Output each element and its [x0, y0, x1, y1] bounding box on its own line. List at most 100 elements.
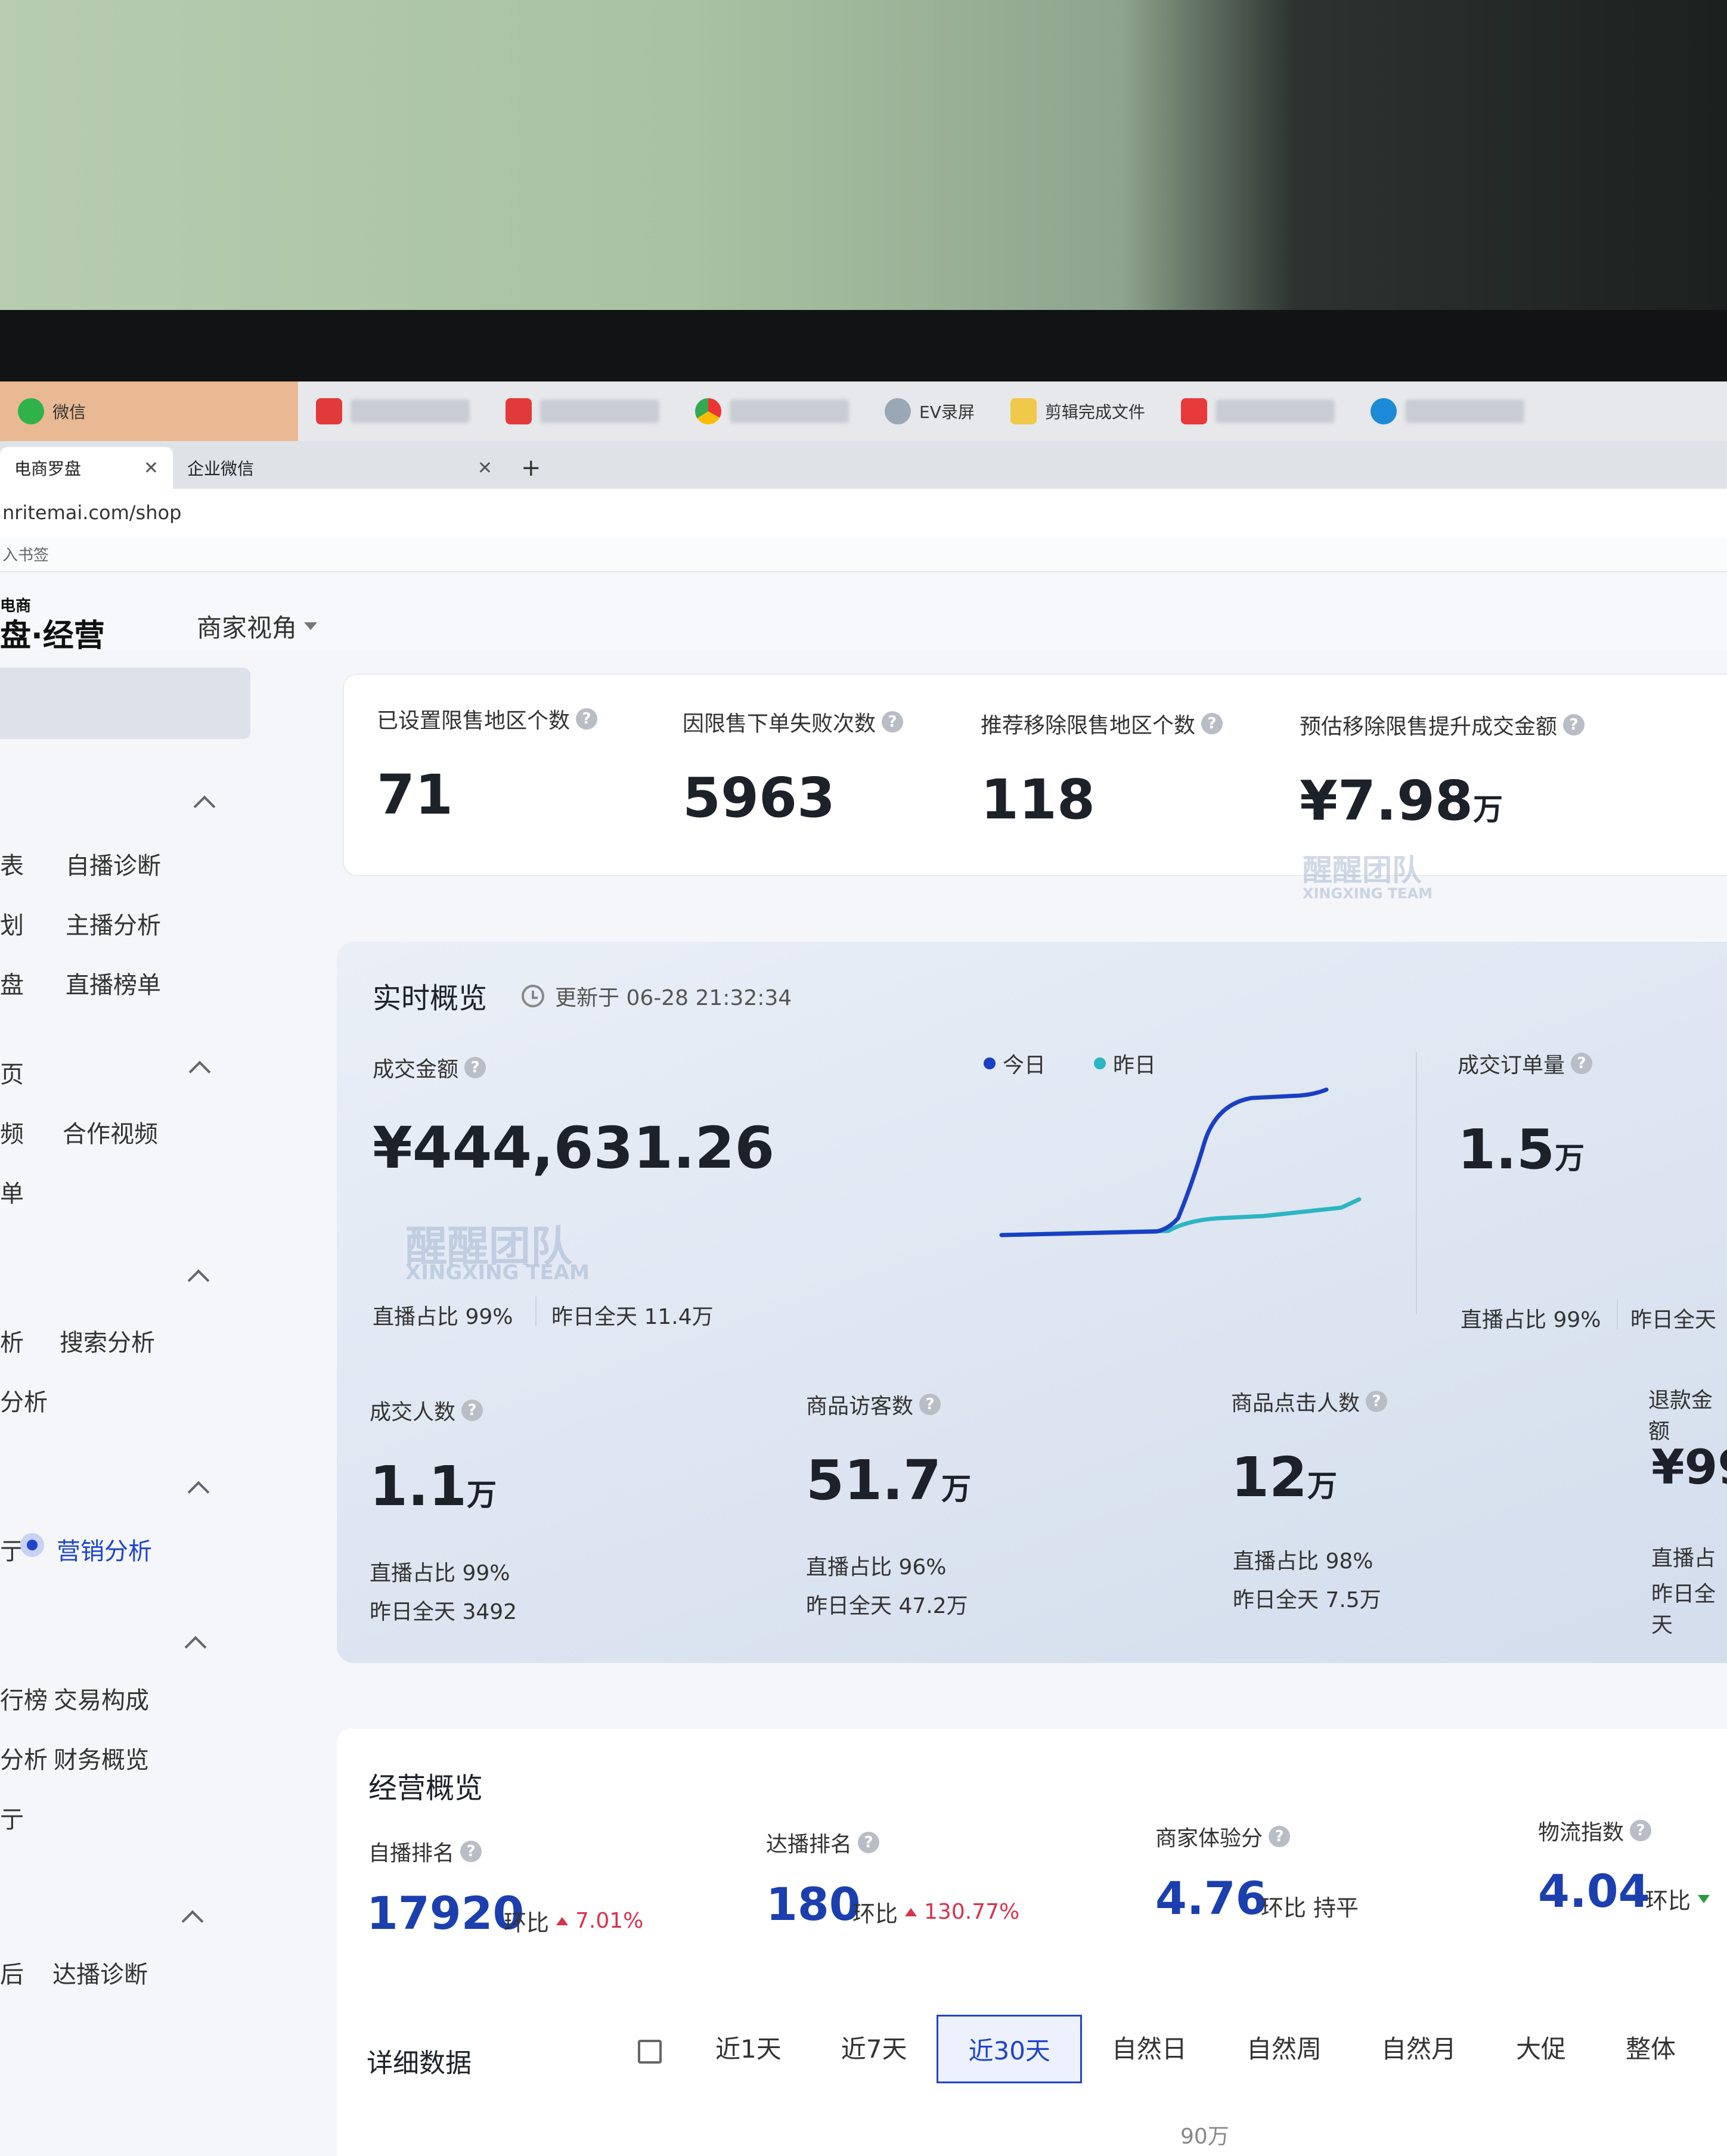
chevron-up-icon[interactable] [187, 1481, 210, 1503]
sidebar-item[interactable]: 分析 [0, 1741, 48, 1775]
sidebar-item[interactable]: 亍 [0, 1532, 24, 1566]
metric-label-gmv: 成交金额? [373, 1052, 486, 1083]
divider [1416, 1052, 1417, 1314]
folder-icon [1010, 398, 1037, 424]
taskbar-item-wechat[interactable]: 微信 [0, 381, 298, 441]
help-icon[interactable]: ? [461, 1400, 483, 1421]
metric-value-self-live-rank: 17920 [367, 1887, 525, 1940]
taskbar-item-ev[interactable]: EV录屏 [867, 381, 993, 441]
sidebar-item[interactable]: 频 [0, 1115, 24, 1149]
blurred-title [351, 399, 470, 423]
chevron-up-icon[interactable] [188, 1060, 211, 1083]
tab-overall[interactable]: 整体 [1596, 2015, 1706, 2083]
chevron-down-icon [304, 622, 318, 630]
help-icon[interactable]: ? [919, 1394, 941, 1415]
tab-natural-day[interactable]: 自然日 [1082, 2015, 1217, 2083]
sidebar-item-coop-video[interactable]: 合作视频 [63, 1115, 158, 1149]
sidebar-item-finance-overview[interactable]: 财务概览 [54, 1741, 149, 1775]
taskbar-item-edge[interactable] [1353, 381, 1542, 441]
bookmarks-label[interactable]: 入书签 [2, 543, 49, 565]
sidebar-item[interactable]: 析 [0, 1323, 24, 1358]
arrow-down-icon [1698, 1894, 1710, 1903]
help-icon[interactable]: ? [460, 1841, 482, 1862]
address-bar[interactable]: nritemai.com/shop [0, 489, 1727, 536]
sidebar-item[interactable]: 分析 [0, 1383, 48, 1417]
sidebar-item-trade-composition[interactable]: 交易构成 [54, 1681, 149, 1716]
sidebar-item[interactable]: 单 [0, 1174, 24, 1209]
metric-label-experience-score: 商家体验分? [1155, 1821, 1291, 1852]
edge-icon [1370, 398, 1397, 424]
taskbar-item-wps[interactable] [1163, 381, 1353, 441]
help-icon[interactable]: ? [464, 1057, 486, 1078]
sidebar-item-anchor-analysis[interactable]: 主播分析 [66, 906, 161, 941]
tab-compass[interactable]: 电商罗盘 ✕ [0, 447, 173, 489]
visitors-yesterday: 昨日全天 47.2万 [806, 1594, 968, 1618]
wps-icon [1180, 398, 1207, 424]
help-icon[interactable]: ? [1630, 1820, 1652, 1841]
arrow-up-icon [556, 1916, 569, 1925]
metric-label-visitors: 商品访客数? [806, 1389, 941, 1420]
taskbar-item-browser[interactable] [677, 381, 867, 441]
tab-label: 企业微信 [187, 459, 255, 479]
chevron-up-icon[interactable] [193, 795, 216, 818]
new-tab-button[interactable]: + [507, 447, 556, 489]
close-icon[interactable]: ✕ [144, 458, 159, 479]
tab-last-7-days[interactable]: 近7天 [811, 2015, 937, 2083]
refund-yesterday: 昨日全天 [1651, 1582, 1716, 1637]
help-icon[interactable]: ? [1563, 714, 1585, 736]
detail-data-label: 详细数据 [367, 2048, 472, 2079]
sidebar-item[interactable]: 行榜 [0, 1681, 48, 1716]
sidebar-item[interactable]: 页 [0, 1055, 24, 1090]
chevron-up-icon[interactable] [184, 1636, 207, 1658]
sidebar-item-search-analysis[interactable]: 搜索分析 [60, 1323, 155, 1358]
metric-value-gmv: ¥444,631.26 [373, 1115, 775, 1181]
tab-natural-week[interactable]: 自然周 [1217, 2015, 1351, 2083]
gmv-live-share: 直播占比 99% [373, 1305, 513, 1329]
selected-dot-icon [20, 1533, 44, 1557]
clickers-yesterday: 昨日全天 7.5万 [1233, 1588, 1381, 1612]
clock-icon [522, 985, 544, 1007]
help-icon[interactable]: ? [882, 711, 904, 733]
sidebar-search[interactable] [0, 668, 250, 739]
merchant-view-dropdown[interactable]: 商家视角 [197, 608, 318, 644]
tab-last-30-days[interactable]: 近30天 [937, 2015, 1082, 2083]
app-logo[interactable]: 盘·经营 [0, 610, 105, 655]
update-time: 更新于 06-28 21:32:34 [522, 981, 792, 1012]
watermark-en: XINGXING TEAM [405, 1261, 590, 1285]
taskbar-item-folder[interactable]: 剪辑完成文件 [993, 381, 1163, 441]
experience-score-compare: 环比 持平 [1261, 1895, 1359, 1921]
tab-wecom[interactable]: 企业微信 ✕ [173, 447, 507, 489]
tab-last-1-day[interactable]: 近1天 [686, 2015, 811, 2083]
sidebar-item[interactable]: 后 [0, 1955, 24, 1990]
help-icon[interactable]: ? [1366, 1391, 1388, 1412]
taskbar-item-app-2[interactable] [488, 381, 677, 441]
clickers-live-share: 直播占比 98% [1233, 1549, 1373, 1574]
sidebar-item[interactable]: 亍 [0, 1800, 24, 1835]
sidebar-item-talent-live-diagnosis[interactable]: 达播诊断 [52, 1955, 148, 1990]
chevron-up-icon[interactable] [187, 1269, 210, 1292]
sidebar-item-live-ranking[interactable]: 直播榜单 [66, 966, 161, 1000]
sidebar-item-self-live-diagnosis[interactable]: 自播诊断 [66, 846, 161, 881]
sidebar-item[interactable]: 盘 [0, 966, 24, 1000]
self-live-rank-compare: 环比 7.01% [504, 1909, 644, 1936]
chevron-up-icon[interactable] [181, 1910, 204, 1932]
help-icon[interactable]: ? [1269, 1826, 1291, 1847]
help-icon[interactable]: ? [858, 1832, 880, 1853]
tab-natural-month[interactable]: 自然月 [1351, 2015, 1486, 2083]
help-icon[interactable]: ? [576, 708, 598, 730]
sidebar-item[interactable]: 划 [0, 906, 24, 941]
close-icon[interactable]: ✕ [478, 458, 492, 479]
sidebar-item[interactable]: 表 [0, 846, 24, 881]
sidebar-item-marketing-analysis[interactable]: 营销分析 [57, 1532, 152, 1566]
help-icon[interactable]: ? [1571, 1053, 1593, 1074]
metric-value-limit-regions: 71 [377, 763, 454, 827]
taskbar-item-app-1[interactable] [298, 381, 488, 441]
screen: 微信 EV录屏 剪辑完成文件 电商罗盘 ✕ 企业微信 ✕ + nritemai.… [0, 381, 1727, 2156]
help-icon[interactable]: ? [1201, 713, 1223, 734]
merchant-view-label: 商家视角 [197, 613, 297, 643]
sidebar: 表 自播诊断 划 主播分析 盘 直播榜单 页 频 合作视频 单 析 搜索分析 分… [0, 650, 316, 2156]
tab-promotion[interactable]: 大促 [1486, 2015, 1596, 2083]
blurred-title [1404, 399, 1524, 423]
calendar-icon[interactable] [638, 2040, 662, 2064]
monitor-bezel [0, 310, 1727, 393]
